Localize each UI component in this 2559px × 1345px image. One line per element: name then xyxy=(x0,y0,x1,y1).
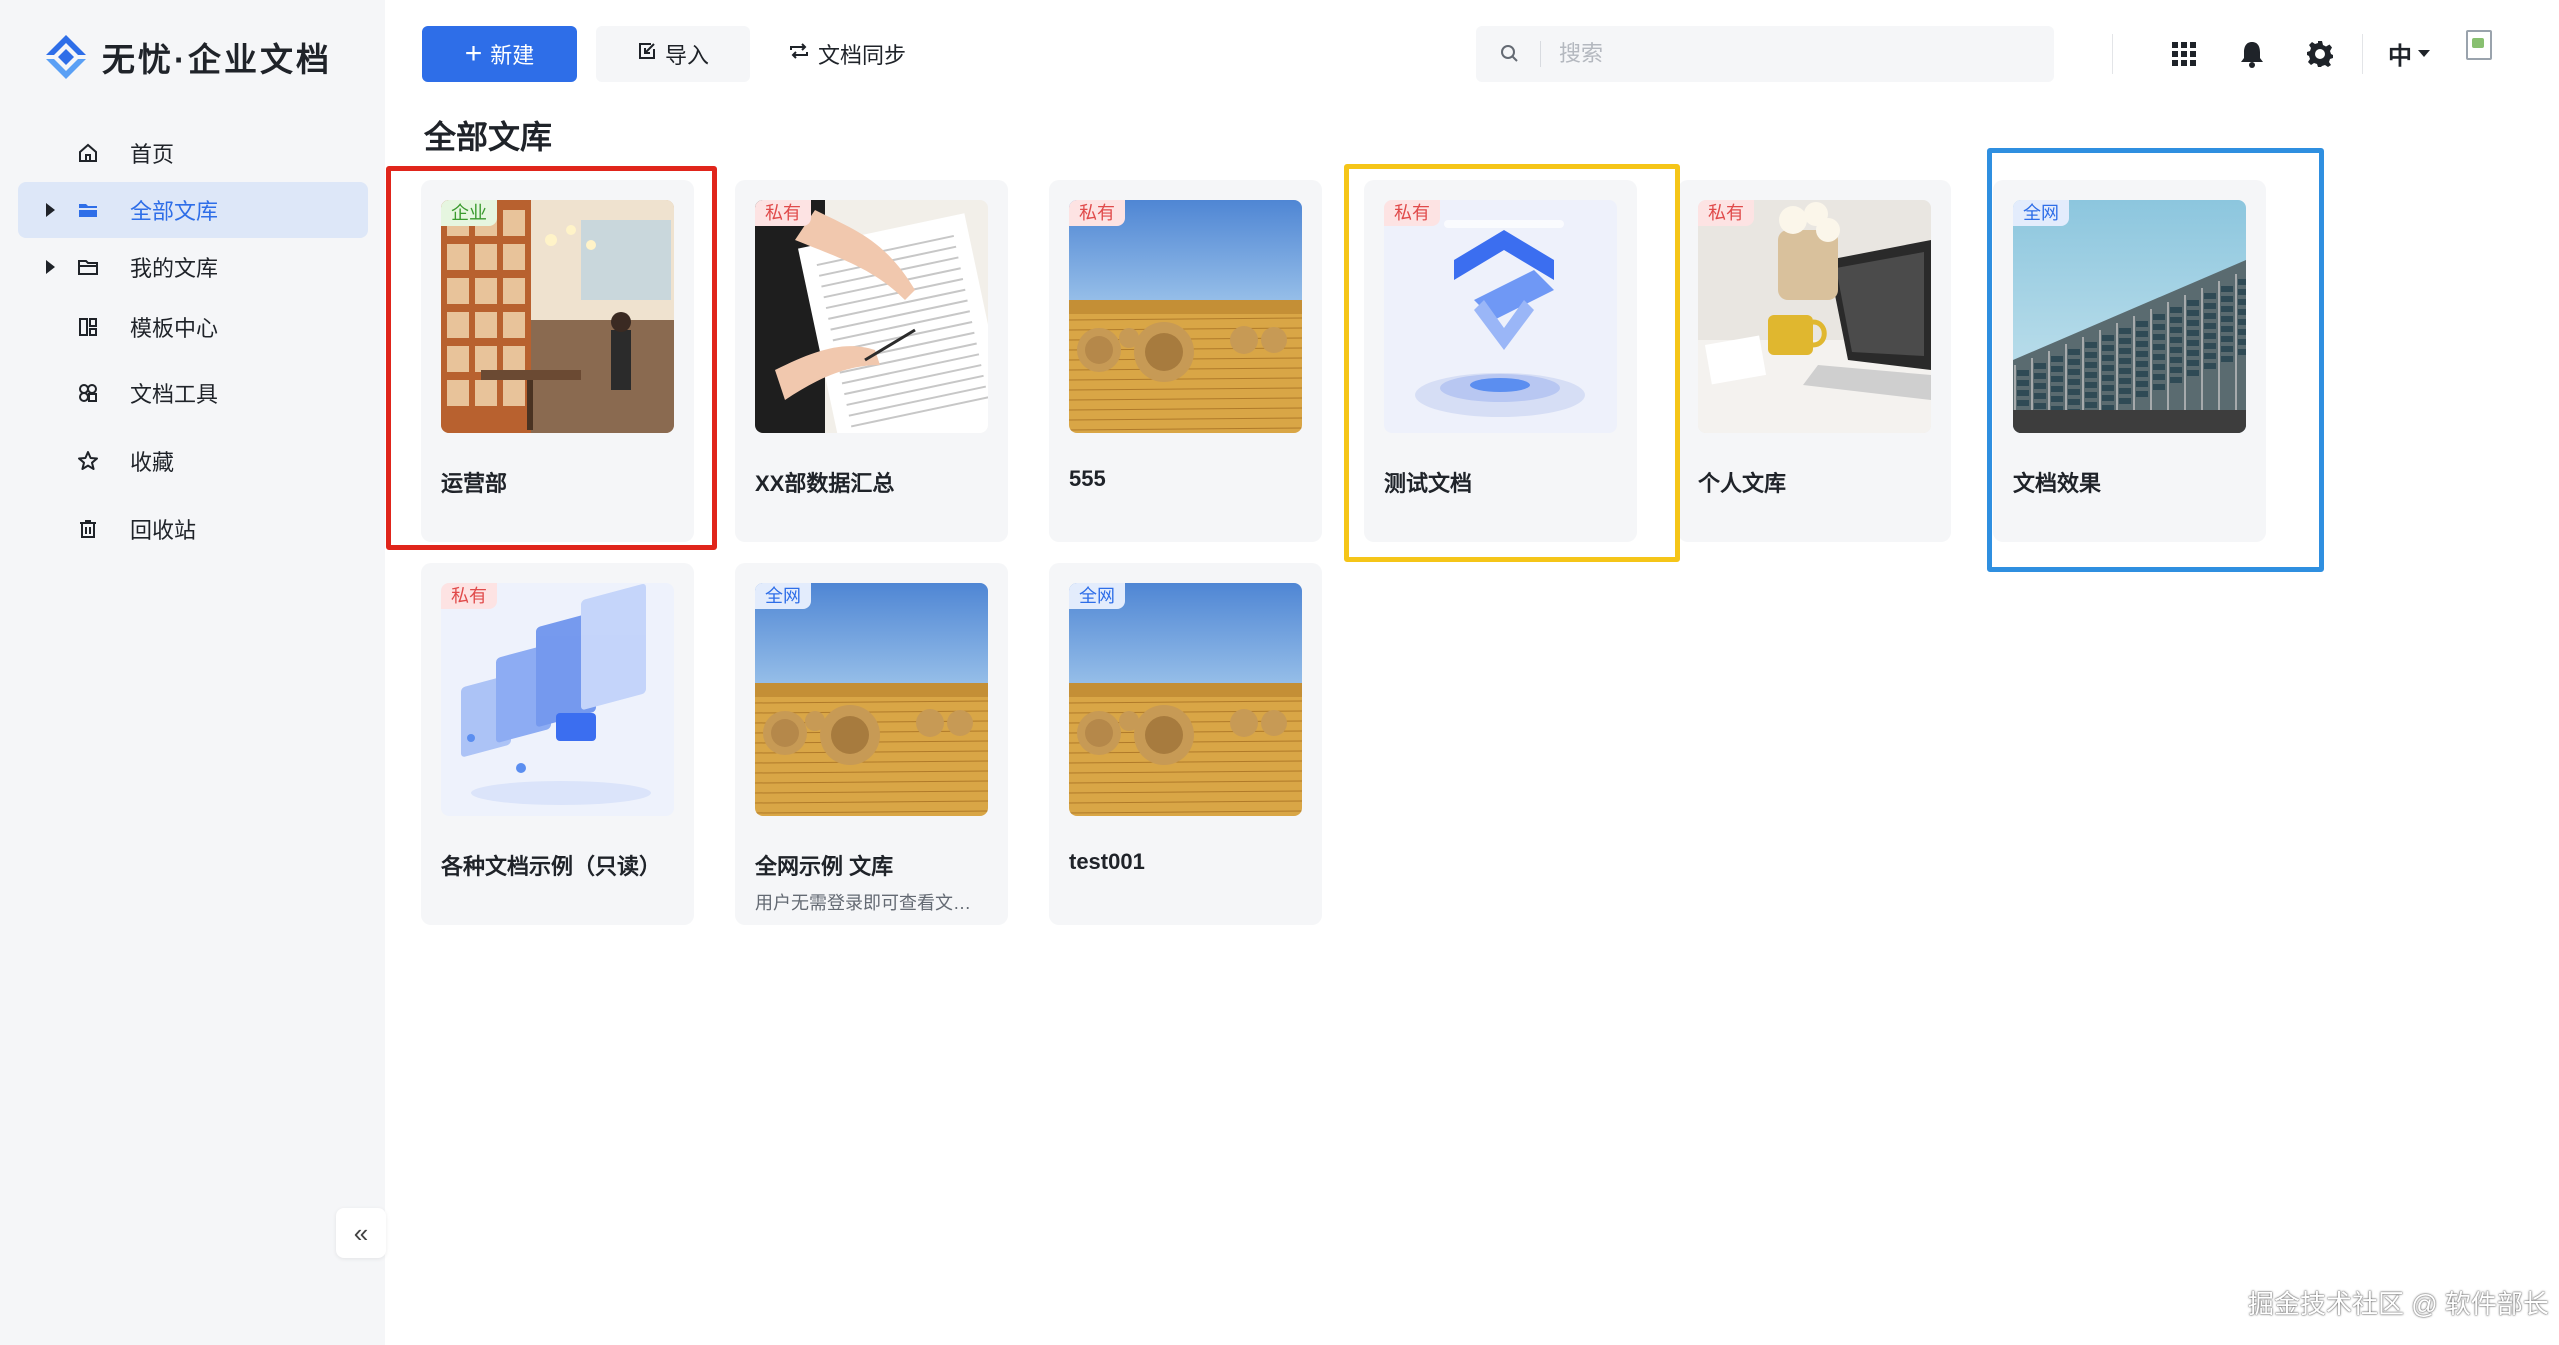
bell-icon[interactable] xyxy=(2236,38,2268,70)
watermark: 掘金技术社区 @ 软件部长 xyxy=(2248,1289,2549,1319)
library-description: 用户无需登录即可查看文… xyxy=(755,893,971,913)
library-cover-image xyxy=(1069,200,1302,433)
search-input[interactable] xyxy=(1559,41,2039,67)
sync-button-label: 文档同步 xyxy=(817,43,906,68)
caret-down-icon xyxy=(2418,50,2430,57)
plus-icon: + xyxy=(464,37,483,70)
library-card[interactable]: 私有 555 xyxy=(1049,180,1322,542)
library-title[interactable]: 全网示例 文库 xyxy=(755,849,893,881)
sidebar-item-templates[interactable]: 模板中心 xyxy=(18,296,368,358)
library-title[interactable]: test001 xyxy=(1069,849,1145,875)
sidebar-nav: 首页 全部文库 我的文库 模板中心 文档工具 收藏 回收站 xyxy=(18,125,368,563)
logo-icon xyxy=(40,31,92,83)
visibility-badge: 私有 xyxy=(755,200,811,226)
sidebar-item-label: 首页 xyxy=(130,142,175,167)
sidebar-item-favorites[interactable]: 收藏 xyxy=(18,427,368,494)
import-button[interactable]: 导入 xyxy=(596,26,750,82)
sidebar-item-label: 全部文库 xyxy=(130,199,219,224)
visibility-badge: 全网 xyxy=(2013,200,2069,226)
home-icon xyxy=(76,141,100,165)
library-cover-image xyxy=(755,200,988,433)
sidebar-item-tools[interactable]: 文档工具 xyxy=(18,359,368,426)
expand-caret-icon[interactable] xyxy=(46,203,55,217)
library-title[interactable]: 个人文库 xyxy=(1698,466,1786,498)
sidebar-item-label: 回收站 xyxy=(130,517,197,543)
visibility-badge: 私有 xyxy=(441,583,497,609)
library-card[interactable]: 全网 test001 xyxy=(1049,563,1322,925)
sidebar-item-all-libraries[interactable]: 全部文库 xyxy=(18,182,368,238)
collapse-sidebar-button[interactable]: « xyxy=(336,1208,386,1258)
import-icon xyxy=(637,41,657,67)
library-cover-image xyxy=(1069,583,1302,816)
language-switcher[interactable]: 中 xyxy=(2388,36,2430,71)
sidebar-item-label: 文档工具 xyxy=(130,381,219,407)
tools-icon xyxy=(76,381,100,405)
import-button-label: 导入 xyxy=(664,43,709,68)
app-logo[interactable]: 无忧·企业文档 xyxy=(40,30,332,84)
sync-icon xyxy=(788,41,810,67)
library-cover-image xyxy=(1698,200,1931,433)
toolbar-divider xyxy=(2362,34,2363,74)
visibility-badge: 私有 xyxy=(1698,200,1754,226)
sidebar-item-label: 模板中心 xyxy=(130,316,219,341)
double-chevron-left-icon: « xyxy=(353,1217,369,1248)
library-cover-image xyxy=(441,583,674,816)
visibility-badge: 全网 xyxy=(1069,583,1125,609)
visibility-badge: 企业 xyxy=(441,200,497,226)
sidebar-item-label: 收藏 xyxy=(130,449,175,475)
sync-button[interactable]: 文档同步 xyxy=(772,26,922,82)
trash-icon xyxy=(76,517,100,541)
new-button-label: 新建 xyxy=(490,43,535,68)
library-title[interactable]: 各种文档示例（只读） xyxy=(441,849,661,881)
visibility-badge: 全网 xyxy=(755,583,811,609)
sidebar: 无忧·企业文档 首页 全部文库 我的文库 模板中心 文档工具 收藏 回收站 « xyxy=(0,0,386,1345)
toolbar-divider xyxy=(2112,34,2113,74)
library-title[interactable]: 555 xyxy=(1069,466,1106,492)
sidebar-item-my-libraries[interactable]: 我的文库 xyxy=(18,239,368,295)
library-title[interactable]: XX部数据汇总 xyxy=(755,466,894,498)
new-button[interactable]: + 新建 xyxy=(422,26,577,82)
avatar[interactable] xyxy=(2466,30,2492,60)
expand-caret-icon[interactable] xyxy=(46,260,55,274)
sidebar-item-label: 我的文库 xyxy=(130,256,219,281)
library-card[interactable]: 私有 XX部数据汇总 xyxy=(735,180,1008,542)
folder-outline-icon xyxy=(76,255,100,279)
template-icon xyxy=(76,315,100,339)
search-icon xyxy=(1500,44,1520,64)
search-box[interactable] xyxy=(1476,26,2054,82)
sidebar-item-trash[interactable]: 回收站 xyxy=(18,495,368,562)
page-title: 全部文库 xyxy=(424,119,553,155)
apps-grid-icon[interactable] xyxy=(2168,38,2200,70)
library-card[interactable]: 私有 个人文库 xyxy=(1678,180,1951,542)
star-icon xyxy=(76,449,100,473)
library-card[interactable]: 私有各种文档示例（只读） xyxy=(421,563,694,925)
logo-text: 无忧·企业文档 xyxy=(102,41,332,78)
sidebar-item-home[interactable]: 首页 xyxy=(18,125,368,181)
visibility-badge: 私有 xyxy=(1384,200,1440,226)
search-divider xyxy=(1540,41,1541,67)
gear-icon[interactable] xyxy=(2304,38,2336,70)
visibility-badge: 私有 xyxy=(1069,200,1125,226)
library-card[interactable]: 全网全网示例 文库用户无需登录即可查看文… xyxy=(735,563,1008,925)
folder-icon xyxy=(76,198,100,222)
library-cover-image xyxy=(755,583,988,816)
highlight-box-red xyxy=(386,166,717,550)
language-label: 中 xyxy=(2388,43,2412,70)
